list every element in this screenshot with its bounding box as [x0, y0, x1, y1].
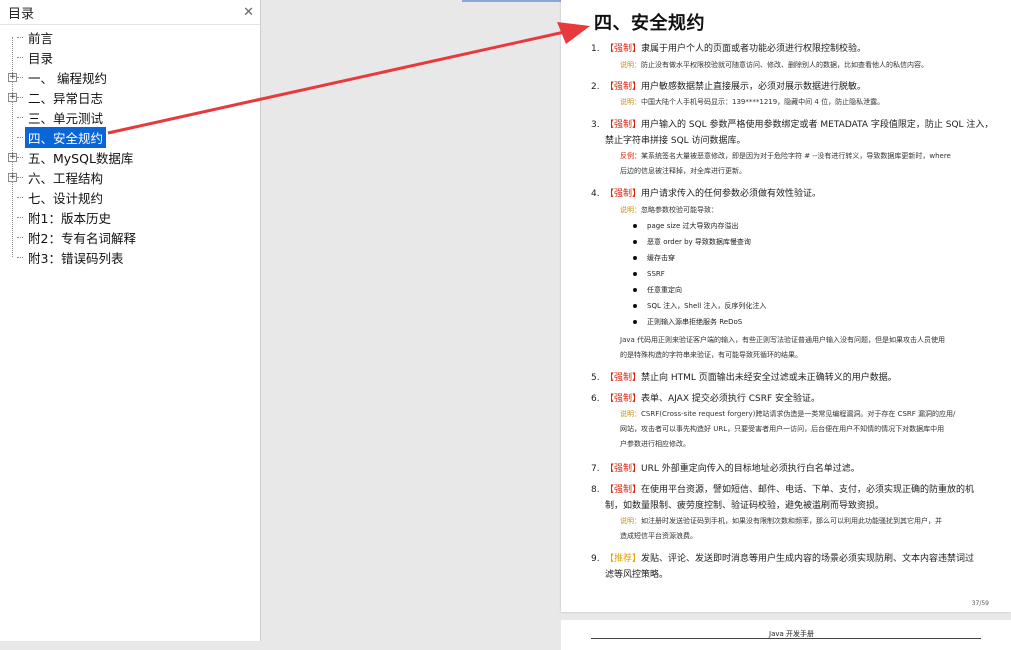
toc-item-error-codes[interactable]: 附3：错误码列表: [8, 247, 126, 267]
note-4: 说明：忽略参数校验可能导致：: [620, 206, 718, 214]
toc-item-design[interactable]: 七、设计规约: [8, 187, 106, 207]
list-item: 缓存击穿: [633, 250, 766, 266]
page-number: 37/59: [971, 600, 989, 607]
note-8: 说明：如注册时发送验证码到手机，如果没有限制次数和频率，那么可以利用此功能骚扰到…: [620, 517, 942, 540]
toc-item-unit-testing[interactable]: 三、单元测试: [8, 107, 106, 127]
rule-7: 7. 【强制】URL 外部重定向传入的目标地址必须执行白名单过滤。: [591, 464, 860, 474]
rule-1: 1. 【强制】隶属于用户个人的页面或者功能必须进行权限控制校验。: [591, 44, 867, 54]
next-page: Java 开发手册: [561, 620, 1011, 650]
expand-icon[interactable]: +: [8, 172, 17, 182]
rule-4: 4. 【强制】用户请求传入的任何参数必须做有效性验证。: [591, 189, 822, 199]
toc-header: 目录 ✕: [0, 0, 260, 25]
viewer-background: [261, 0, 662, 641]
rule-5: 5. 【强制】禁止向 HTML 页面输出未经安全过滤或未正确转义的用户数据。: [591, 373, 897, 383]
toc-item-contents[interactable]: 目录: [8, 47, 56, 67]
note-3: 反例：某系统签名大量被恶意修改，即是因为对于危险字符 # --没有进行转义，导致…: [620, 152, 951, 175]
toc-item-mysql[interactable]: + 五、MySQL数据库: [8, 147, 136, 167]
list-item: 任意重定向: [633, 282, 766, 298]
toc-item-glossary[interactable]: 附2：专有名词解释: [8, 227, 139, 247]
rule-9: 9. 【推荐】发贴、评论、发送即时消息等用户生成内容的场景必须实现防刷、文本内容违…: [591, 554, 975, 580]
header-rule: [591, 638, 981, 639]
list-item: SSRF: [633, 266, 766, 282]
bullet-list: page size 过大导致内存溢出 恶意 order by 导致数据库慢查询 …: [633, 218, 766, 330]
toc-item-exception-logging[interactable]: + 二、异常日志: [8, 87, 106, 107]
list-item: page size 过大导致内存溢出: [633, 218, 766, 234]
document-page: 四、安全规约 1. 【强制】隶属于用户个人的页面或者功能必须进行权限控制校验。 说…: [561, 0, 1011, 612]
toc-item-version-history[interactable]: 附1：版本历史: [8, 207, 114, 227]
rule-6: 6. 【强制】表单、AJAX 提交必须执行 CSRF 安全验证。: [591, 394, 821, 404]
toc-title: 目录: [8, 6, 35, 22]
rule-2: 2. 【强制】用户敏感数据禁止直接展示，必须对展示数据进行脱敏。: [591, 82, 867, 92]
list-item: SQL 注入，Shell 注入，反序列化注入: [633, 298, 766, 314]
toc-sidebar: 目录 ✕ 前言 目录 + 一、 编程规约 + 二、异常日志 三、单元测试 四、安全规…: [0, 0, 261, 641]
toc-item-security[interactable]: 四、安全规约: [8, 126, 107, 148]
java-regex-paragraph: Java 代码用正则来验证客户端的输入，有些正则写法验证普通用户输入没有问题，但…: [620, 336, 946, 359]
toc-item-coding-conventions[interactable]: + 一、 编程规约: [8, 67, 110, 87]
close-icon[interactable]: ✕: [243, 5, 254, 20]
expand-icon[interactable]: +: [8, 92, 17, 102]
toc-item-project-structure[interactable]: + 六、工程结构: [8, 167, 106, 187]
expand-icon[interactable]: +: [8, 152, 17, 162]
rule-8: 8. 【强制】在使用平台资源，譬如短信、邮件、电话、下单、支付，必须实现正确的防重…: [591, 485, 975, 511]
note-6: 说明：CSRF(Cross-site request forgery)跨站请求伪…: [620, 410, 956, 448]
expand-icon[interactable]: +: [8, 72, 17, 82]
rule-3: 3. 【强制】用户输入的 SQL 参数严格使用参数绑定或者 METADATA 字段…: [591, 120, 994, 146]
note-1: 说明：防止没有做水平权限校验就可随意访问、修改、删除别人的数据，比如查看他人的私…: [620, 61, 928, 69]
section-title: 四、安全规约: [594, 13, 705, 34]
list-item: 正则输入源串拒绝服务 ReDoS: [633, 314, 766, 330]
note-2: 说明：中国大陆个人手机号码显示：139****1219，隐藏中间 4 位，防止隐…: [620, 98, 885, 106]
list-item: 恶意 order by 导致数据库慢查询: [633, 234, 766, 250]
toc-item-preface[interactable]: 前言: [8, 27, 56, 47]
